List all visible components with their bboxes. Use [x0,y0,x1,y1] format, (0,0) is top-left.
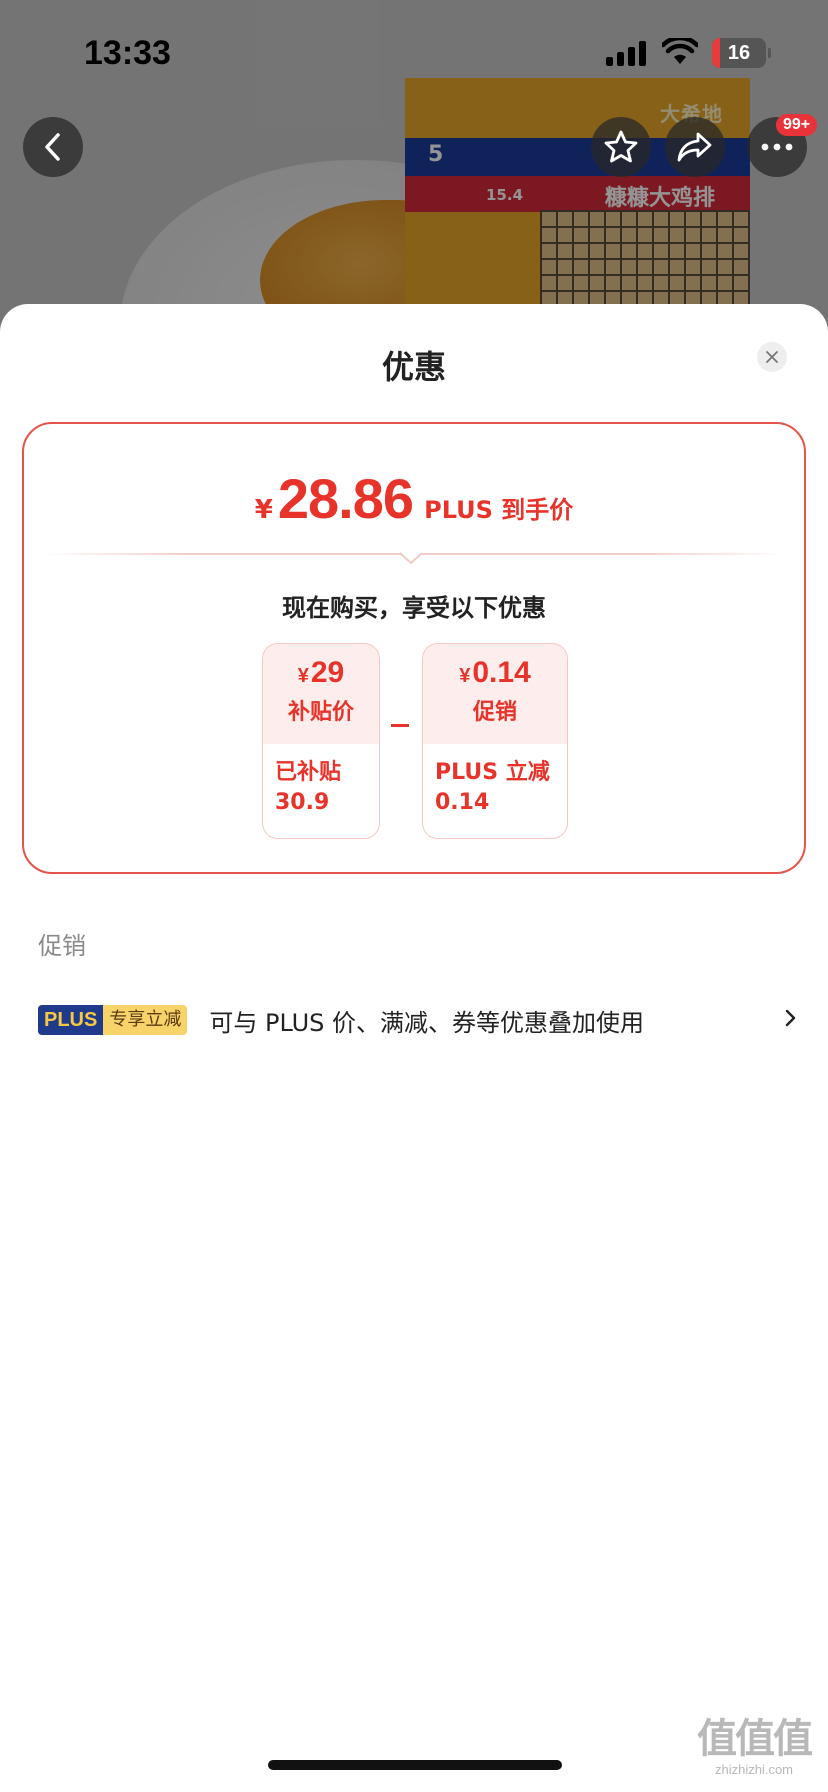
share-icon [677,132,712,162]
subsidy-box: ¥29 补贴价 已补贴 30.9 [262,643,380,839]
home-indicator[interactable] [268,1760,562,1770]
plus-badge-label: PLUS [38,1005,104,1035]
notification-badge: 99+ [776,114,818,136]
close-icon [766,351,778,363]
subsidy-label: 补贴价 [287,700,354,725]
discount-label: 促销 [472,700,517,725]
subsidy-detail-line2: 30.9 [275,790,330,815]
plus-exclusive-badge: PLUS 专享立减 [38,1005,188,1035]
watermark-url: zhizhizhi.com [714,1762,794,1777]
price-currency: ¥ [254,495,273,525]
star-icon [604,130,638,163]
price-divider [44,549,784,573]
discount-box: ¥0.14 促销 PLUS 立减 0.14 [422,643,568,839]
status-bar: 13:33 16 [0,0,828,100]
final-price: 28.86 [277,467,414,530]
sheet-title: 优惠 [381,348,446,386]
promotions-sheet: 优惠 ¥ 28.86 PLUS 到手价 现在购买，享受以下优惠 ¥29 补贴价 [0,304,828,1792]
minus-operator [391,724,409,727]
subsidy-detail: 已补贴 30.9 [263,744,379,818]
status-time: 13:33 [84,34,171,72]
divider-notch-icon [400,552,422,565]
subsidy-value: 29 [310,656,345,689]
ellipsis-icon [761,143,793,151]
chevron-left-icon [45,133,60,161]
battery-level: 16 [727,41,751,64]
watermark: 值值值 zhizhizhi.com [684,1706,824,1777]
wifi-icon [662,38,698,64]
chevron-right-icon [785,1009,796,1027]
plus-promotion-row[interactable]: PLUS 专享立减 可与 PLUS 价、满减、券等优惠叠加使用 [38,1000,798,1040]
share-button[interactable] [665,117,725,177]
promotion-description: 可与 PLUS 价、满减、券等优惠叠加使用 [209,1008,645,1037]
exclusive-badge-label: 专享立减 [103,1005,188,1035]
discount-value: 0.14 [472,656,531,689]
favorite-button[interactable] [591,117,651,177]
price-tag: PLUS 到手价 [424,496,574,524]
back-button[interactable] [23,117,83,177]
battery-icon: 16 [712,38,771,68]
discount-detail-line1: PLUS 立减 [435,760,550,785]
subsidy-amount: ¥29 [263,656,379,690]
promotions-section-label: 促销 [38,932,86,960]
subsidy-box-top: ¥29 补贴价 [263,644,379,744]
discount-detail: PLUS 立减 0.14 [423,744,567,818]
discount-currency: ¥ [459,665,471,687]
cellular-signal-icon [606,40,648,66]
final-price-line: ¥ 28.86 PLUS 到手价 [24,466,804,531]
watermark-main: 值值值 [697,1715,813,1762]
subsidy-currency: ¥ [297,665,309,687]
price-card: ¥ 28.86 PLUS 到手价 现在购买，享受以下优惠 ¥29 补贴价 已补贴… [22,422,806,874]
card-subtitle: 现在购买，享受以下优惠 [282,594,546,622]
discount-box-top: ¥0.14 促销 [423,644,567,744]
subsidy-detail-line1: 已补贴 [275,760,342,785]
discount-detail-line2: 0.14 [435,790,490,815]
discount-amount: ¥0.14 [423,656,567,690]
close-button[interactable] [757,342,787,372]
